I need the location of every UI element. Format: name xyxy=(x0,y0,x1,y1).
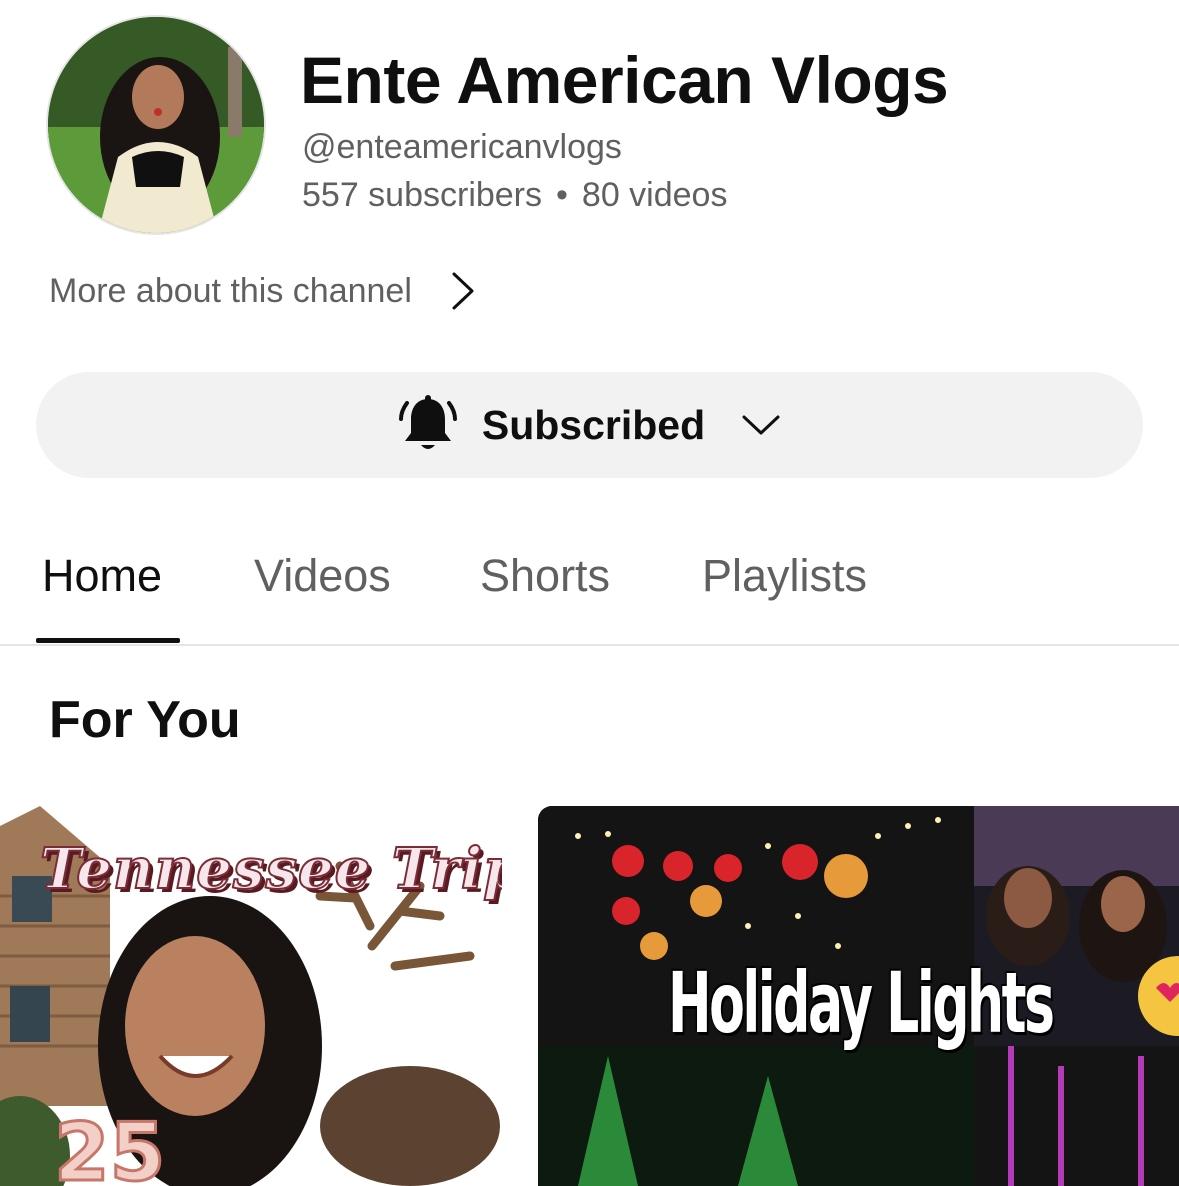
stats-separator: • xyxy=(556,176,568,214)
bell-ringing-icon xyxy=(398,395,457,449)
more-about-label: More about this channel xyxy=(49,271,412,310)
video-count: 80 videos xyxy=(581,176,728,214)
tab-home[interactable]: Home xyxy=(42,548,162,604)
avatar-image xyxy=(48,17,264,233)
thumbnail-number-text: 25 xyxy=(52,1105,166,1186)
subscribed-label: Subscribed xyxy=(481,401,706,448)
tab-videos[interactable]: Videos xyxy=(254,548,391,604)
thumbnail-title-text: Tennessee Trip xyxy=(39,835,502,903)
subscriber-count: 557 subscribers xyxy=(302,176,543,214)
thumbnail-title-text: Holiday Lights xyxy=(668,954,1055,1052)
chevron-down-icon xyxy=(742,415,780,435)
chevron-right-icon xyxy=(452,272,474,310)
tab-playlists[interactable]: Playlists xyxy=(702,548,867,604)
tabs-divider xyxy=(0,644,1179,646)
channel-handle: @enteamericanvlogs xyxy=(302,128,622,166)
channel-avatar[interactable] xyxy=(46,15,266,235)
channel-stats: 557 subscribers • 80 videos xyxy=(302,174,727,216)
tab-shorts[interactable]: Shorts xyxy=(480,548,610,604)
video-thumbnail[interactable]: Holiday Lights xyxy=(538,806,1179,1186)
video-thumbnail[interactable]: Tennessee Trip 25 xyxy=(0,806,502,1186)
subscribed-button[interactable]: Subscribed xyxy=(36,372,1143,478)
more-about-channel-link[interactable]: More about this channel xyxy=(49,266,476,316)
section-title: For You xyxy=(49,691,241,749)
channel-title: Ente American Vlogs xyxy=(300,43,949,117)
active-tab-indicator xyxy=(36,638,180,643)
